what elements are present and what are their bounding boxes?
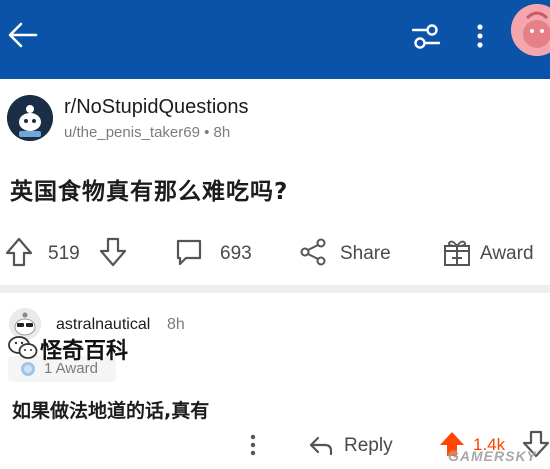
upvote-icon[interactable]	[4, 236, 34, 268]
gift-icon	[444, 240, 470, 266]
wechat-icon	[8, 336, 38, 359]
comments-button[interactable]: 693	[174, 236, 264, 268]
post-meta: u/the_penis_taker69 • 8h	[64, 124, 230, 141]
subreddit-avatar[interactable]	[7, 95, 53, 141]
comment-age: 8h	[167, 316, 185, 333]
comment-more-button[interactable]	[246, 432, 260, 458]
comment-bubble-icon	[176, 239, 202, 266]
share-label: Share	[340, 243, 391, 264]
reply-arrow-icon	[309, 436, 333, 456]
post-header: r/NoStupidQuestions u/the_penis_taker69 …	[0, 86, 550, 156]
meta-separator: •	[204, 124, 210, 141]
reply-button[interactable]: Reply	[308, 432, 398, 460]
reply-label: Reply	[344, 435, 393, 456]
award-button[interactable]: Award	[442, 236, 546, 268]
vote-count: 519	[48, 243, 80, 264]
award-medal-icon	[21, 362, 35, 376]
vote-group: 519	[4, 236, 134, 268]
vertical-dots-icon	[250, 434, 256, 456]
back-button[interactable]	[6, 18, 40, 52]
downvote-icon[interactable]	[98, 236, 128, 268]
comment-count: 693	[220, 243, 252, 264]
post-title[interactable]: 英国食物真有那么难吃吗?	[10, 172, 288, 206]
post-author[interactable]: u/the_penis_taker69	[64, 124, 200, 141]
sliders-icon	[411, 24, 441, 49]
post-action-bar: 519 693 Share Award	[0, 232, 550, 276]
top-app-bar	[0, 0, 550, 79]
award-label: Award	[480, 243, 534, 264]
user-avatar[interactable]	[511, 4, 550, 56]
section-divider	[0, 285, 550, 293]
comment-body: 如果做法地道的话,真有	[12, 400, 210, 422]
subreddit-name[interactable]: r/NoStupidQuestions	[64, 96, 249, 119]
arrow-left-icon	[8, 22, 38, 48]
snoo-mascot-icon	[7, 95, 53, 141]
wechat-watermark-text: 怪奇百科	[40, 339, 129, 364]
filter-button[interactable]	[410, 20, 442, 52]
user-avatar-icon	[511, 4, 550, 56]
vertical-dots-icon	[477, 24, 483, 48]
share-icon	[300, 238, 326, 266]
share-button[interactable]: Share	[298, 236, 398, 268]
site-watermark: GAMERSKY	[448, 448, 537, 464]
more-options-button[interactable]	[470, 19, 490, 53]
post-age: 8h	[213, 124, 231, 141]
comment-author[interactable]: astralnautical	[56, 316, 150, 334]
